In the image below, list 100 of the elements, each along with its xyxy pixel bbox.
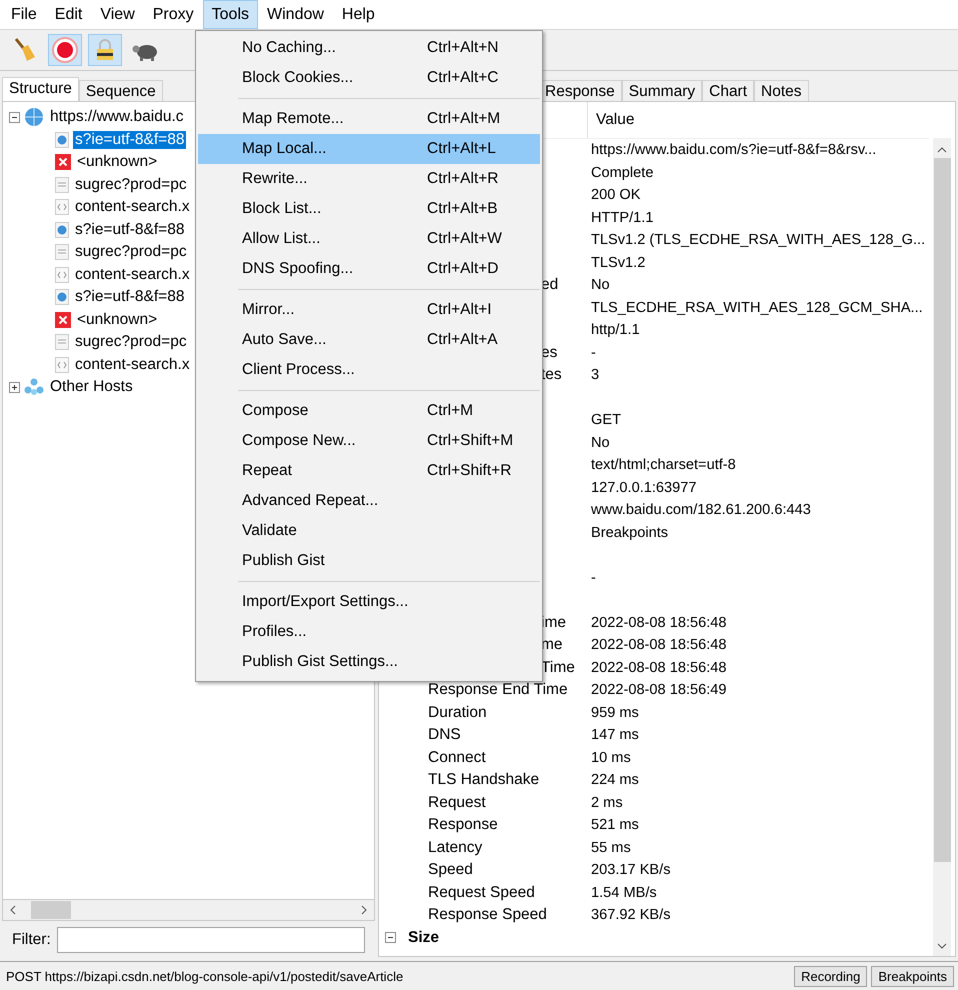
menu-title[interactable]: Proxy bbox=[144, 0, 203, 29]
table-cell-text: 2022-08-08 18:56:49 bbox=[591, 682, 728, 698]
table-cell-text: Complete bbox=[591, 164, 654, 181]
tree-item[interactable]: s?ie=utf-8&f=88 bbox=[73, 220, 186, 239]
document-icon bbox=[55, 176, 69, 193]
menu-title[interactable]: Edit bbox=[46, 0, 92, 29]
menu-item[interactable]: Import/Export Settings... bbox=[198, 587, 540, 617]
table-cell-text: www.baidu.com/182.61.200.6:443 bbox=[591, 502, 812, 518]
table-cell-text: GET bbox=[591, 412, 622, 428]
scroll-down-icon[interactable] bbox=[937, 942, 947, 950]
menu-title[interactable]: Window bbox=[258, 0, 333, 29]
globe-icon bbox=[24, 107, 44, 128]
tree-item[interactable]: Other Hosts bbox=[48, 378, 135, 396]
table-cell-text: TLSv1.2 bbox=[591, 254, 646, 271]
scrollbar-thumb[interactable] bbox=[934, 158, 950, 862]
document-icon bbox=[55, 222, 69, 238]
scroll-right-icon[interactable] bbox=[360, 905, 368, 915]
tree-item[interactable]: sugrec?prod=pc bbox=[73, 333, 189, 352]
menu-item[interactable]: Block Cookies... Ctrl+Alt+C bbox=[198, 63, 540, 93]
padlock-icon bbox=[95, 38, 115, 62]
table-cell-text: Response Speed bbox=[427, 906, 548, 924]
menu-item[interactable]: Publish Gist Settings... bbox=[198, 647, 540, 677]
table-cell-text: 2022-08-08 18:56:48 bbox=[591, 637, 728, 654]
code-file-icon bbox=[55, 266, 69, 283]
tree-item[interactable]: sugrec?prod=pc bbox=[73, 243, 189, 262]
menu-item[interactable]: Map Local... Ctrl+Alt+L bbox=[198, 134, 540, 164]
menu-title[interactable]: View bbox=[91, 0, 144, 29]
cluster-icon bbox=[24, 378, 44, 396]
menu-title[interactable]: Tools bbox=[202, 0, 258, 29]
tree-item[interactable]: s?ie=utf-8&f=88 bbox=[73, 130, 186, 149]
menu-item[interactable]: No Caching... Ctrl+Alt+N bbox=[198, 33, 540, 63]
table-cell-text: 367.92 KB/s bbox=[591, 907, 672, 924]
tree-item[interactable]: https://www.baidu.c bbox=[48, 108, 186, 126]
status-button[interactable]: Breakpoints bbox=[871, 966, 954, 986]
tab[interactable]: Chart bbox=[702, 80, 754, 101]
menu-item[interactable]: Map Remote... Ctrl+Alt+M bbox=[198, 104, 540, 134]
tree-item[interactable]: <unknown> bbox=[75, 153, 160, 172]
column-header[interactable]: Value bbox=[587, 102, 634, 138]
table-cell-text: 2 ms bbox=[591, 794, 624, 811]
table-cell-text: Duration bbox=[427, 704, 488, 722]
collapse-icon[interactable] bbox=[9, 112, 20, 123]
status-text: POST https://bizapi.csdn.net/blog-console-api/v1/postedit/saveArticle bbox=[6, 968, 404, 984]
menu-item[interactable]: Profiles... bbox=[198, 617, 540, 647]
table-cell-text: 127.0.0.1:63977 bbox=[591, 480, 698, 496]
tab[interactable]: Structure bbox=[2, 77, 79, 101]
menu-item[interactable]: Rewrite... Ctrl+Alt+R bbox=[198, 164, 540, 194]
table-cell-text: Breakpoints bbox=[591, 524, 670, 541]
menu-title[interactable]: File bbox=[2, 0, 46, 29]
tab[interactable]: Summary bbox=[622, 80, 702, 101]
table-cell-text: 521 ms bbox=[591, 817, 640, 834]
menu-item[interactable]: Advanced Repeat... bbox=[198, 486, 540, 516]
menu-item[interactable]: Auto Save... Ctrl+Alt+A bbox=[198, 325, 540, 355]
collapse-icon[interactable] bbox=[385, 932, 396, 944]
table-cell-text: TLSv1.2 (TLS_ECDHE_RSA_WITH_AES_128_G... bbox=[591, 232, 926, 248]
tree-item[interactable]: content-search.x bbox=[73, 198, 192, 216]
tab[interactable]: Notes bbox=[754, 80, 809, 101]
scrollbar-thumb[interactable] bbox=[31, 901, 71, 919]
table-cell-text: Latency bbox=[427, 838, 484, 857]
toolbar-button[interactable] bbox=[88, 34, 122, 66]
record-icon bbox=[52, 37, 78, 63]
menu-item[interactable]: Repeat Ctrl+Shift+R bbox=[198, 456, 540, 486]
tree-item[interactable]: s?ie=utf-8&f=88 bbox=[73, 288, 186, 306]
document-icon bbox=[55, 132, 69, 148]
menu-item[interactable]: Validate bbox=[198, 516, 540, 546]
document-icon bbox=[55, 289, 69, 306]
menu-title[interactable]: Help bbox=[332, 0, 384, 29]
status-button[interactable]: Recording bbox=[794, 966, 868, 986]
tree-item[interactable]: content-search.x bbox=[73, 356, 192, 374]
table-cell-text: TLS_ECDHE_RSA_WITH_AES_128_GCM_SHA... bbox=[591, 300, 924, 316]
menu-item[interactable]: Client Process... bbox=[198, 355, 540, 385]
table-cell-text: text/html;charset=utf-8 bbox=[591, 457, 737, 474]
scroll-left-icon[interactable] bbox=[9, 905, 17, 915]
section-heading: Size bbox=[407, 928, 440, 947]
table-cell-text: http/1.1 bbox=[591, 322, 641, 338]
toolbar-button[interactable] bbox=[48, 34, 82, 66]
menu-item[interactable]: Allow List... Ctrl+Alt+W bbox=[198, 224, 540, 254]
menu-item[interactable]: Compose New... Ctrl+Shift+M bbox=[198, 426, 540, 456]
table-cell-text: 1.54 MB/s bbox=[591, 884, 658, 901]
horizontal-scrollbar[interactable] bbox=[2, 900, 375, 921]
scroll-up-icon[interactable] bbox=[937, 146, 947, 154]
menu-item[interactable]: DNS Spoofing... Ctrl+Alt+D bbox=[198, 254, 540, 284]
document-icon bbox=[55, 334, 69, 350]
tab[interactable]: Sequence bbox=[78, 80, 163, 101]
expand-icon[interactable] bbox=[9, 382, 20, 393]
table-cell-text: - bbox=[591, 344, 597, 361]
table-cell-text: 959 ms bbox=[591, 704, 640, 721]
filter-field[interactable] bbox=[56, 927, 365, 953]
menu-item[interactable]: Publish Gist bbox=[198, 546, 540, 576]
table-cell-text: - bbox=[591, 570, 597, 586]
menu-item[interactable]: Compose Ctrl+M bbox=[198, 396, 540, 426]
tree-item[interactable]: content-search.x bbox=[73, 266, 192, 284]
menu-item[interactable]: Block List... Ctrl+Alt+B bbox=[198, 194, 540, 224]
tree-item[interactable]: sugrec?prod=pc bbox=[73, 176, 189, 194]
menu-item[interactable]: Mirror... Ctrl+Alt+I bbox=[198, 295, 540, 325]
tree-item[interactable]: <unknown> bbox=[75, 310, 160, 329]
table-cell-text: 224 ms bbox=[591, 772, 640, 788]
table-cell-text: TLS Handshake bbox=[427, 771, 540, 790]
table-cell-text: 2022-08-08 18:56:48 bbox=[591, 660, 728, 676]
filter-label: Filter: bbox=[12, 931, 51, 949]
vertical-scrollbar[interactable] bbox=[933, 138, 951, 956]
